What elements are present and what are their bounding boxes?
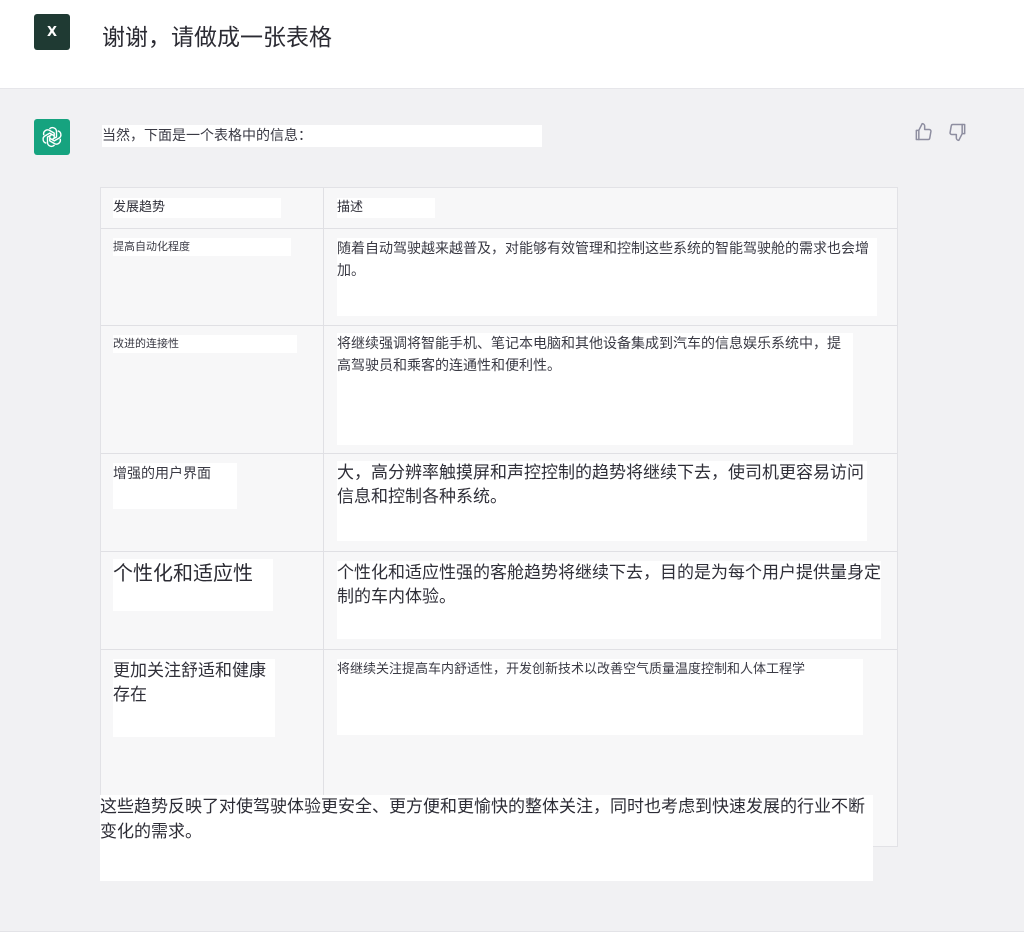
user-message-row: X 谢谢，请做成一张表格 xyxy=(0,0,1024,89)
table-cell-description: 将继续关注提高车内舒适性，开发创新技术以改善空气质量温度控制和人体工程学 xyxy=(337,659,863,735)
table-header-trend: 发展趋势 xyxy=(113,198,281,218)
thumbs-down-icon[interactable] xyxy=(947,121,969,143)
table-header-description: 描述 xyxy=(337,198,435,218)
table-cell-description: 个性化和适应性强的客舱趋势将继续下去，目的是为每个用户提供量身定制的车内体验。 xyxy=(337,561,881,639)
table-cell-description: 随着自动驾驶越来越普及，对能够有效管理和控制这些系统的智能驾驶舱的需求也会增加。 xyxy=(337,238,877,316)
table-row: 更加关注舒适和健康存在 将继续关注提高车内舒适性，开发创新技术以改善空气质量温度… xyxy=(101,649,897,748)
table-row: 个性化和适应性 个性化和适应性强的客舱趋势将继续下去，目的是为每个用户提供量身定… xyxy=(101,551,897,650)
user-message-text: 谢谢，请做成一张表格 xyxy=(102,25,332,51)
table-header-row: 发展趋势 描述 xyxy=(101,188,897,229)
table-cell-description: 将继续强调将智能手机、笔记本电脑和其他设备集成到汽车的信息娱乐系统中，提高驾驶员… xyxy=(337,333,853,445)
bottom-divider xyxy=(0,931,1024,945)
table-row: 提高自动化程度 随着自动驾驶越来越普及，对能够有效管理和控制这些系统的智能驾驶舱… xyxy=(101,228,897,326)
thumbs-up-icon[interactable] xyxy=(912,121,934,143)
assistant-summary-text: 这些趋势反映了对使驾驶体验更安全、更方便和更愉快的整体关注，同时也考虑到快速发展… xyxy=(100,795,873,881)
openai-logo-icon xyxy=(34,119,70,155)
table-cell-trend: 改进的连接性 xyxy=(113,335,297,353)
assistant-intro-text: 当然，下面是一个表格中的信息： xyxy=(102,125,542,147)
table-cell-description: 大，高分辨率触摸屏和声控控制的趋势将继续下去，使司机更容易访问信息和控制各种系统… xyxy=(337,461,867,541)
table-cell-trend: 更加关注舒适和健康存在 xyxy=(113,659,275,737)
table-cell-trend: 提高自动化程度 xyxy=(113,238,291,256)
assistant-message-row: 当然，下面是一个表格中的信息： 发展趋势 描述 提高自动化程度 随着自动驾驶越来… xyxy=(0,89,1024,931)
table-cell-trend: 个性化和适应性 xyxy=(113,559,273,611)
trends-table: 发展趋势 描述 提高自动化程度 随着自动驾驶越来越普及，对能够有效管理和控制这些… xyxy=(100,187,898,847)
table-cell-trend: 增强的用户界面 xyxy=(113,463,237,509)
user-avatar: X xyxy=(34,14,70,50)
table-row: 增强的用户界面 大，高分辨率触摸屏和声控控制的趋势将继续下去，使司机更容易访问信… xyxy=(101,453,897,552)
table-row: 改进的连接性 将继续强调将智能手机、笔记本电脑和其他设备集成到汽车的信息娱乐系统… xyxy=(101,325,897,454)
